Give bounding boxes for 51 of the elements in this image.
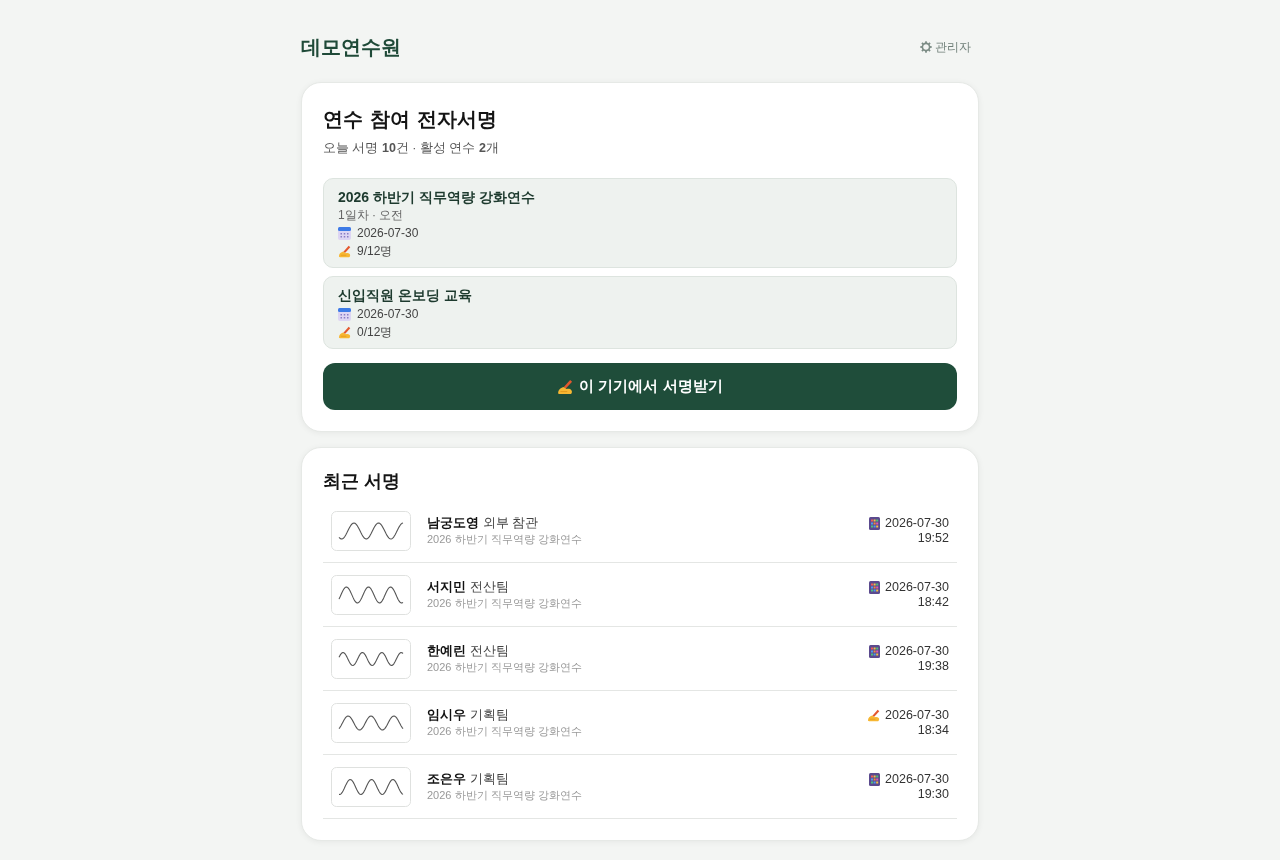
signer-name: 한예린 xyxy=(427,642,466,658)
signer-team: 기획팀 xyxy=(469,706,509,722)
panel-summary: 오늘 서명 10건 · 활성 연수 2개 xyxy=(323,140,500,157)
course-date: 2026-07-30 xyxy=(357,306,419,323)
signer-team: 전산팀 xyxy=(469,578,509,594)
sign-time: 19:52 xyxy=(917,530,949,546)
panel-title: 연수 참여 전자서명 xyxy=(323,106,498,133)
signer-name: 조은우 xyxy=(427,770,466,786)
admin-link[interactable]: 관리자 xyxy=(920,38,971,56)
writing-hand-icon xyxy=(338,325,351,339)
signer-name: 서지민 xyxy=(427,578,466,594)
writing-hand-icon xyxy=(867,708,881,722)
signer-course: 2026 하반기 직무역량 강화연수 xyxy=(427,723,583,739)
settings-icon xyxy=(920,41,932,53)
course-title: 신입직원 온보딩 교육 xyxy=(338,286,473,305)
recent-title: 최근 서명 xyxy=(323,470,401,493)
tablet-icon xyxy=(869,580,881,594)
signer-course: 2026 하반기 직무역량 강화연수 xyxy=(427,595,583,611)
tablet-icon xyxy=(869,772,881,786)
course-session: 1일차 · 오전 xyxy=(338,207,405,224)
calendar-icon xyxy=(338,307,351,321)
sign-date: 2026-07-30 xyxy=(885,515,949,531)
signer-course: 2026 하반기 직무역량 강화연수 xyxy=(427,531,583,547)
signer-name: 남궁도영 xyxy=(427,514,479,530)
sign-time: 19:30 xyxy=(917,786,949,802)
tablet-icon xyxy=(869,644,881,658)
course-sign-count: 9/12명 xyxy=(357,243,393,260)
course-card[interactable]: 2026 하반기 직무역량 강화연수 1일차 · 오전 2026-07-30 9/12명 xyxy=(323,178,957,268)
sign-button[interactable]: 이 기기에서 서명받기 xyxy=(323,363,957,410)
tablet-icon xyxy=(869,516,881,530)
sign-date: 2026-07-30 xyxy=(885,707,949,723)
course-title: 2026 하반기 직무역량 강화연수 xyxy=(338,188,536,207)
writing-hand-icon xyxy=(338,244,351,258)
signer-name: 임시우 xyxy=(427,706,466,722)
course-card[interactable]: 신입직원 온보딩 교육 2026-07-30 0/12명 xyxy=(323,276,957,349)
signer-team: 기획팀 xyxy=(469,770,509,786)
course-date: 2026-07-30 xyxy=(357,225,419,242)
site-title: 데모연수원 xyxy=(301,34,401,60)
course-sign-count: 0/12명 xyxy=(357,324,393,341)
sign-time: 18:34 xyxy=(917,722,949,738)
signer-course: 2026 하반기 직무역량 강화연수 xyxy=(427,787,583,803)
signer-course: 2026 하반기 직무역량 강화연수 xyxy=(427,659,583,675)
sign-time: 19:38 xyxy=(917,658,949,674)
sign-date: 2026-07-30 xyxy=(885,579,949,595)
signer-team: 전산팀 xyxy=(469,642,509,658)
writing-hand-icon xyxy=(557,378,574,395)
calendar-icon xyxy=(338,226,351,240)
sign-date: 2026-07-30 xyxy=(885,643,949,659)
sign-time: 18:42 xyxy=(917,594,949,610)
sign-date: 2026-07-30 xyxy=(885,771,949,787)
signer-team: 외부 참관 xyxy=(482,514,539,530)
